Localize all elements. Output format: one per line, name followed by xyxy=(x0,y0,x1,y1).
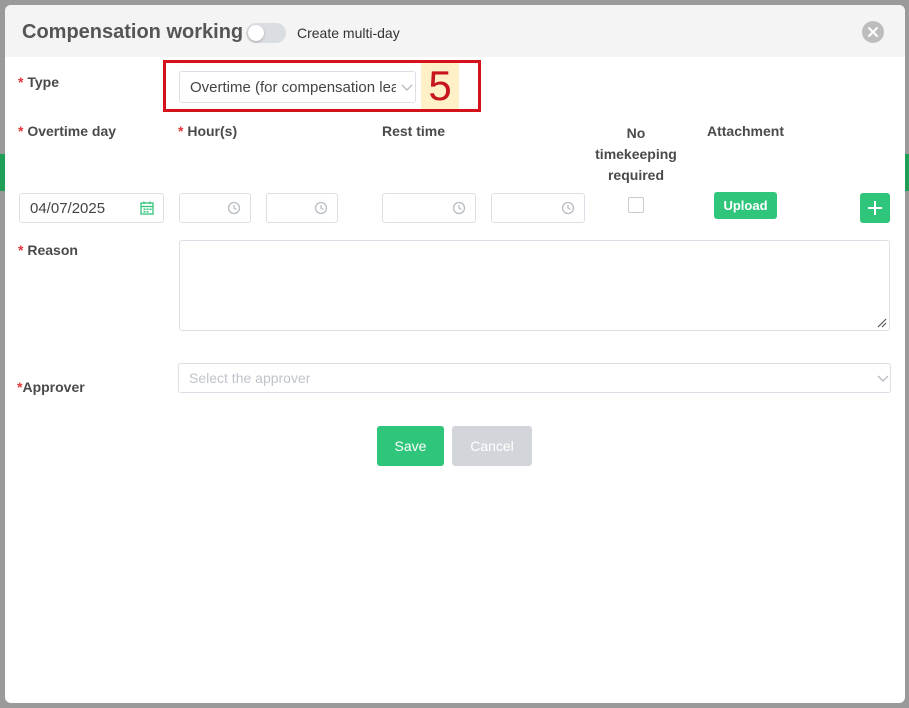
calendar-icon xyxy=(140,201,154,215)
rest-to-input[interactable] xyxy=(491,193,585,223)
approver-placeholder: Select the approver xyxy=(189,370,311,386)
no-timekeeping-checkbox[interactable] xyxy=(628,197,644,213)
close-button[interactable] xyxy=(862,21,884,43)
dialog-title: Compensation working xyxy=(22,21,244,43)
rest-time-header: Rest time xyxy=(382,123,446,139)
hour-to-input[interactable] xyxy=(266,193,338,223)
overtime-date-value: 04/07/2025 xyxy=(30,200,106,217)
hour-from-input[interactable] xyxy=(179,193,251,223)
cancel-button[interactable]: Cancel xyxy=(452,426,532,466)
save-button[interactable]: Save xyxy=(377,426,444,466)
approver-label: *Approver xyxy=(17,379,85,395)
reason-label: * Reason xyxy=(18,242,78,258)
attachment-header: Attachment xyxy=(707,123,785,139)
approver-select[interactable]: Select the approver xyxy=(178,363,891,393)
add-row-button[interactable] xyxy=(860,193,890,223)
hours-header: * Hour(s) xyxy=(178,123,238,139)
overtime-day-header: * Overtime day xyxy=(18,123,117,139)
chevron-down-icon xyxy=(877,375,889,382)
rest-from-input[interactable] xyxy=(382,193,476,223)
close-icon xyxy=(868,27,878,37)
reason-textarea[interactable] xyxy=(179,240,890,331)
plus-icon xyxy=(868,201,882,215)
clock-icon xyxy=(227,201,241,215)
no-timekeeping-header: No timekeeping required xyxy=(595,125,677,183)
compensation-dialog: Compensation working Create multi-day * … xyxy=(5,5,905,703)
resize-grip-icon[interactable] xyxy=(877,318,887,328)
clock-icon xyxy=(452,201,466,215)
clock-icon xyxy=(314,201,328,215)
type-label: * Type xyxy=(18,74,59,90)
upload-button[interactable]: Upload xyxy=(714,192,777,219)
annotation-number: 5 xyxy=(421,63,459,109)
dialog-header: Compensation working Create multi-day xyxy=(5,5,905,57)
multiday-label: Create multi-day xyxy=(297,25,400,41)
overtime-date-picker[interactable]: 04/07/2025 xyxy=(19,193,164,223)
multiday-toggle[interactable] xyxy=(246,23,286,43)
clock-icon xyxy=(561,201,575,215)
toggle-knob xyxy=(248,25,264,41)
